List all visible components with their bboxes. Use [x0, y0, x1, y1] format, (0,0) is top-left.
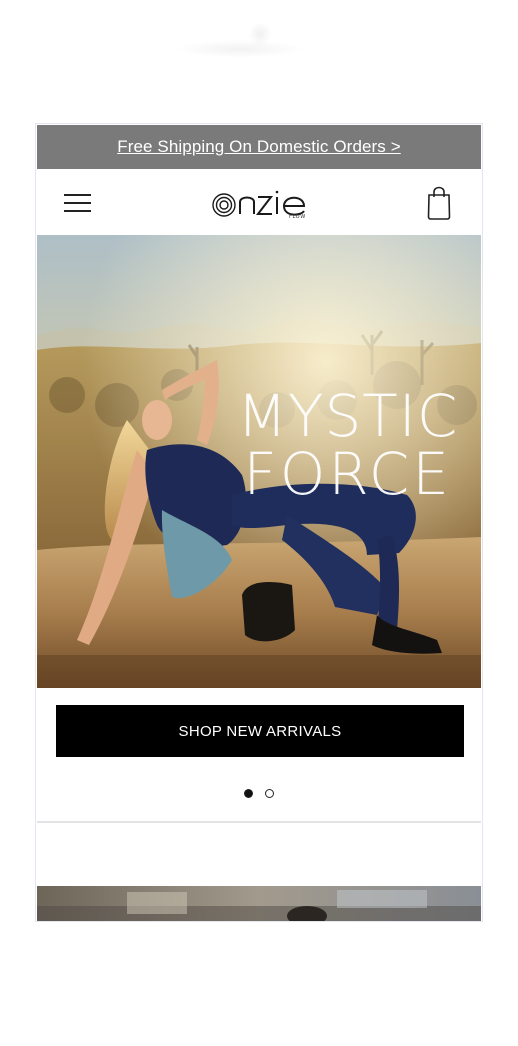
decorative-shadow — [175, 40, 305, 58]
carousel-dot-1[interactable] — [243, 789, 253, 799]
mobile-viewport: Free Shipping On Domestic Orders > FLOW — [35, 123, 483, 922]
promo-banner[interactable]: Free Shipping On Domestic Orders > — [37, 125, 481, 169]
site-header: FLOW — [37, 169, 481, 235]
hero-title-line-2: FORCE — [243, 440, 452, 508]
shop-new-arrivals-button[interactable]: SHOP NEW ARRIVALS — [56, 705, 464, 757]
shopping-bag-icon[interactable] — [427, 184, 451, 220]
hamburger-menu-icon[interactable] — [64, 193, 91, 213]
promo-banner-text[interactable]: Free Shipping On Domestic Orders > — [117, 137, 401, 157]
next-section-image-preview — [37, 886, 481, 921]
hero-title: MYSTIC FORCE — [237, 387, 458, 503]
carousel-pagination — [36, 785, 482, 799]
section-divider — [37, 821, 481, 823]
next-section-image[interactable] — [37, 886, 481, 921]
brand-logo-subtitle: FLOW — [289, 214, 306, 220]
hero-title-line-1: MYSTIC — [237, 382, 459, 450]
carousel-dot-2[interactable] — [265, 789, 275, 799]
hero-banner[interactable]: MYSTIC FORCE — [37, 235, 481, 688]
